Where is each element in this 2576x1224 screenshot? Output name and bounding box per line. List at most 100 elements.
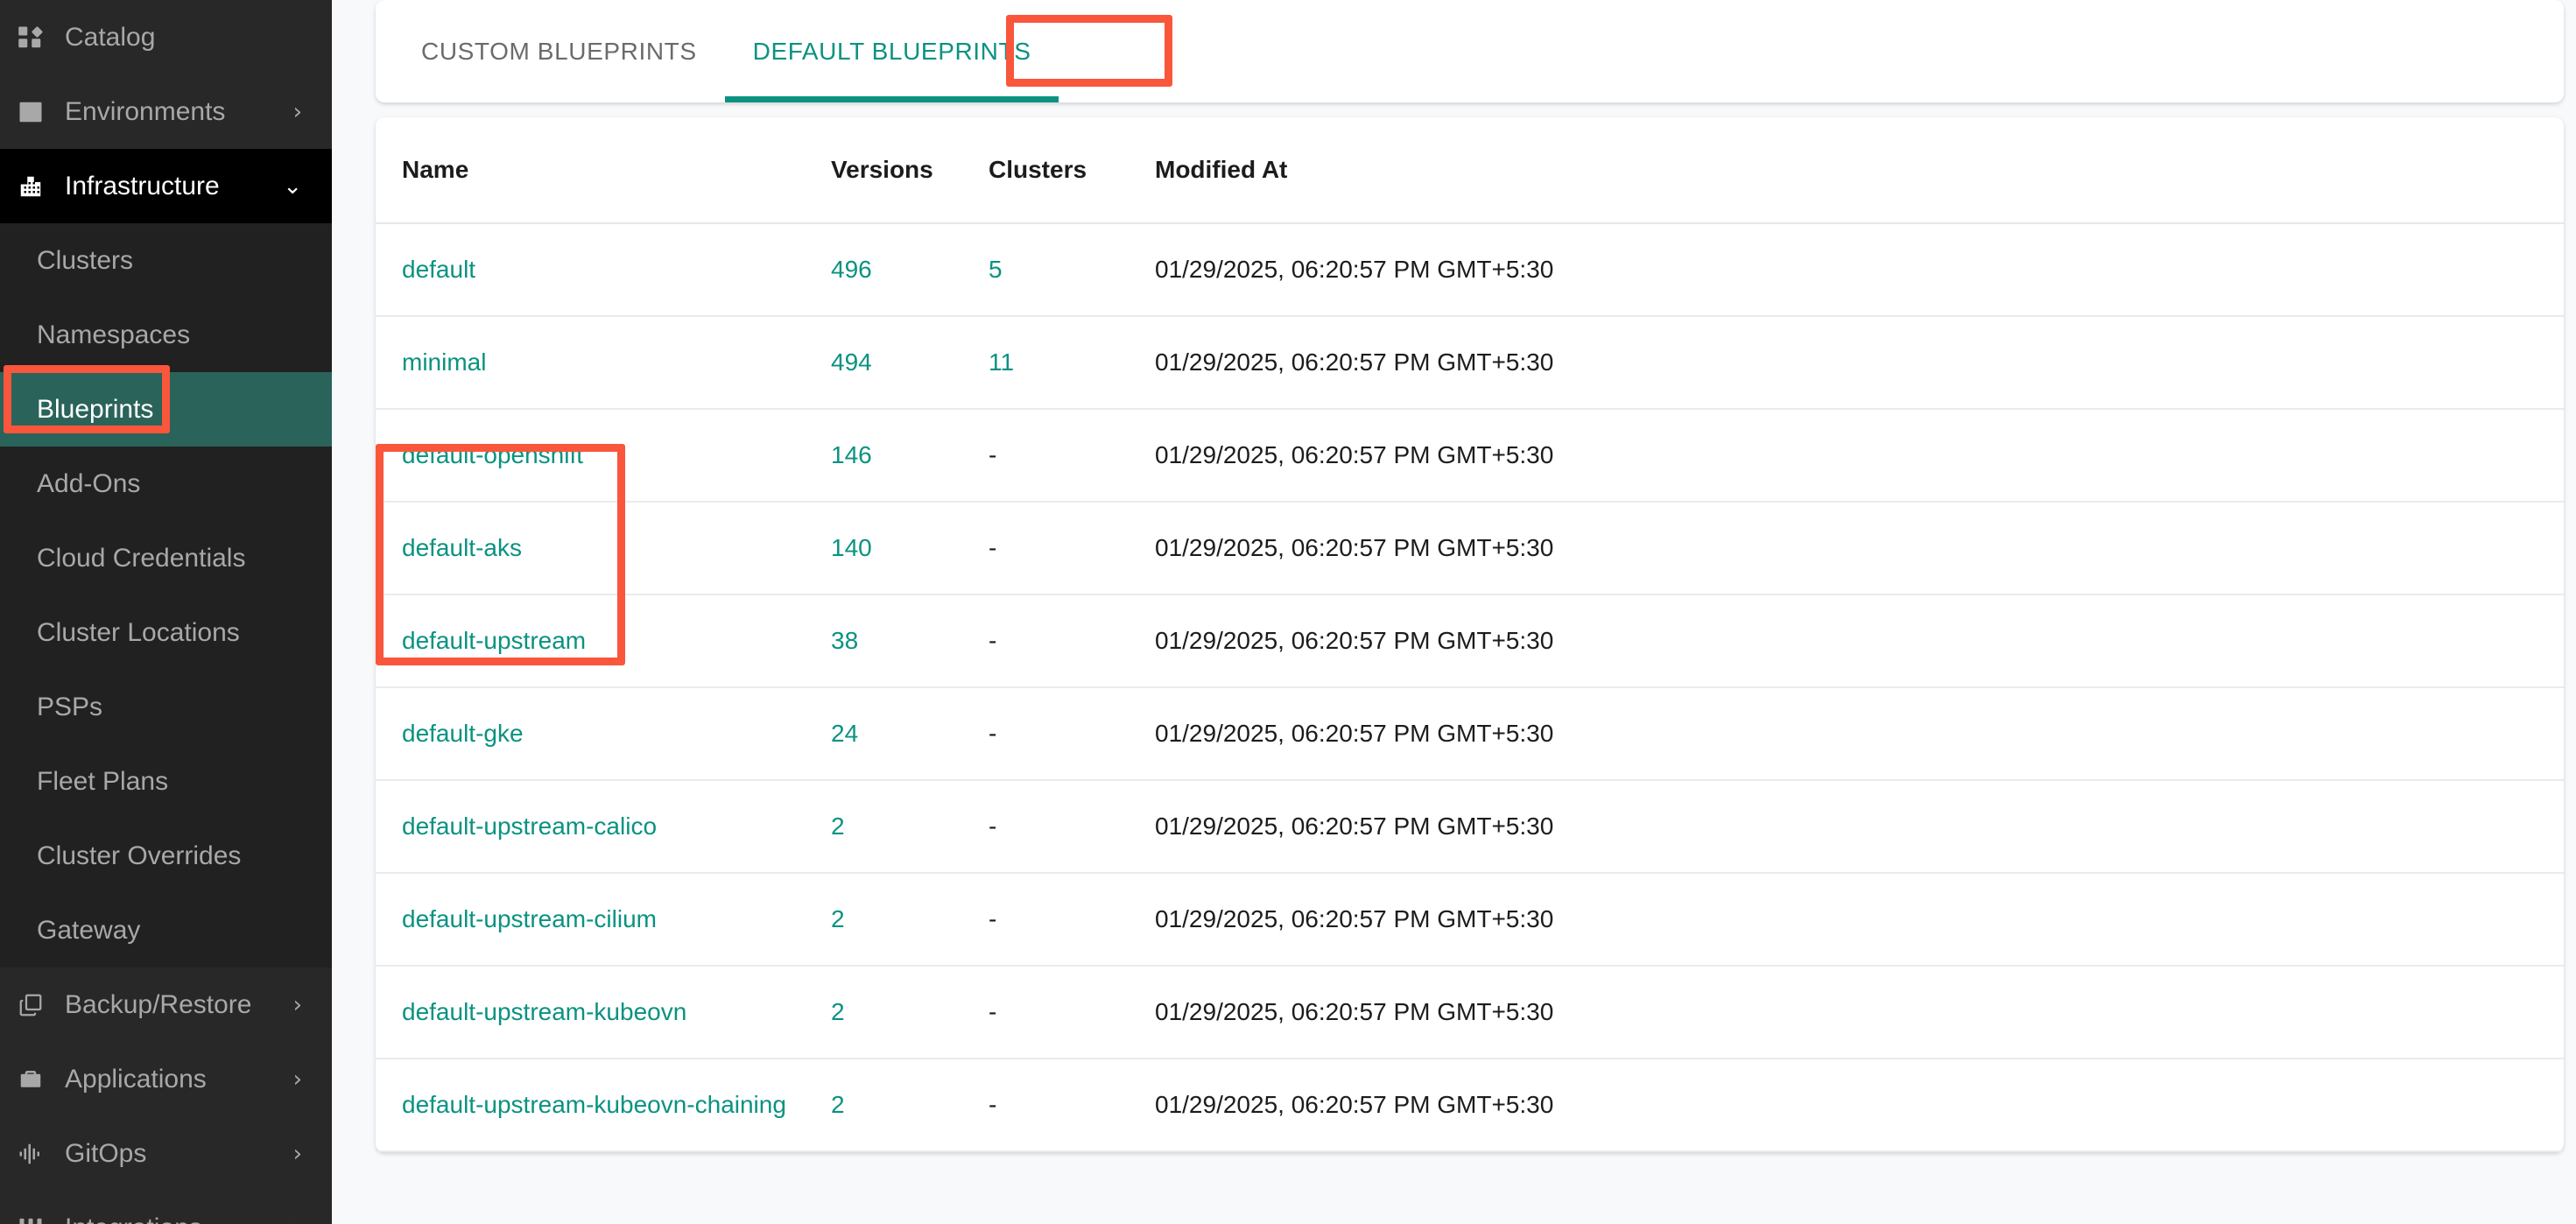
sidebar-item-cluster-locations[interactable]: Cluster Locations: [0, 595, 332, 670]
blueprint-name-link[interactable]: default-upstream-cilium: [402, 905, 657, 932]
modified-at-value: 01/29/2025, 06:20:57 PM GMT+5:30: [1155, 256, 1554, 283]
sidebar-item-label: Cluster Overrides: [37, 841, 242, 870]
table-header-row: Name Versions Clusters Modified At: [376, 117, 2564, 224]
table-row[interactable]: default-upstream-kubeovn-chaining 2 - 01…: [376, 1059, 2564, 1152]
tab-label: DEFAULT BLUEPRINTS: [752, 37, 1031, 65]
versions-link[interactable]: 2: [831, 998, 845, 1025]
blueprint-name-link[interactable]: default-upstream-kubeovn: [402, 998, 686, 1025]
clusters-value: -: [989, 720, 997, 747]
clusters-value: -: [989, 812, 997, 840]
versions-link[interactable]: 2: [831, 1091, 845, 1118]
modified-at-value: 01/29/2025, 06:20:57 PM GMT+5:30: [1155, 905, 1554, 932]
sidebar-item-gateway[interactable]: Gateway: [0, 893, 332, 967]
clusters-link[interactable]: 11: [989, 348, 1014, 376]
chevron-down-icon: ⌄: [283, 172, 302, 200]
sidebar-lower-group: Backup/Restore › Applications › GitOps ›: [0, 967, 332, 1224]
clusters-value: -: [989, 534, 997, 561]
versions-link[interactable]: 146: [831, 441, 872, 468]
versions-link[interactable]: 2: [831, 905, 845, 932]
environments-icon: [12, 99, 49, 125]
clusters-value: -: [989, 905, 997, 932]
clusters-value: -: [989, 1091, 997, 1118]
infrastructure-icon: [12, 173, 49, 200]
modified-at-value: 01/29/2025, 06:20:57 PM GMT+5:30: [1155, 627, 1554, 654]
sidebar-item-label: GitOps: [65, 1138, 147, 1168]
sidebar-item-cluster-overrides[interactable]: Cluster Overrides: [0, 819, 332, 893]
versions-link[interactable]: 24: [831, 720, 858, 747]
table-row[interactable]: default-upstream-calico 2 - 01/29/2025, …: [376, 780, 2564, 874]
column-header-clusters[interactable]: Clusters: [989, 117, 1155, 224]
modified-at-value: 01/29/2025, 06:20:57 PM GMT+5:30: [1155, 441, 1554, 468]
sidebar-item-label: Cluster Locations: [37, 617, 240, 647]
sidebar-item-label: Integrations: [65, 1213, 293, 1224]
blueprint-name-link[interactable]: default-aks: [402, 534, 522, 561]
versions-link[interactable]: 38: [831, 627, 858, 654]
sidebar-item-integrations[interactable]: Integrations ›: [0, 1191, 332, 1224]
chevron-right-icon: ›: [292, 98, 302, 125]
sidebar-submenu-infrastructure: Clusters Namespaces Blueprints Add-Ons C…: [0, 223, 332, 967]
sidebar-item-label: Cloud Credentials: [37, 543, 246, 573]
versions-link[interactable]: 494: [831, 348, 872, 376]
sidebar-item-psps[interactable]: PSPs: [0, 670, 332, 744]
sidebar-item-label: Applications: [65, 1064, 207, 1094]
chevron-right-icon: ›: [292, 1140, 302, 1167]
sidebar-item-label: Add-Ons: [37, 468, 141, 498]
column-header-versions[interactable]: Versions: [831, 117, 989, 224]
sidebar-item-label: Catalog: [65, 22, 156, 52]
sidebar-item-infrastructure[interactable]: Infrastructure ⌄: [0, 149, 332, 223]
chevron-right-icon: ›: [292, 1066, 302, 1093]
sidebar-item-namespaces[interactable]: Namespaces: [0, 298, 332, 372]
blueprints-table: Name Versions Clusters Modified At defau…: [376, 117, 2564, 1152]
sidebar-top-group: Catalog Environments ›: [0, 0, 332, 149]
table-row[interactable]: default 496 5 01/29/2025, 06:20:57 PM GM…: [376, 223, 2564, 317]
table-row[interactable]: default-upstream 38 - 01/29/2025, 06:20:…: [376, 594, 2564, 688]
sidebar-item-add-ons[interactable]: Add-Ons: [0, 447, 332, 521]
table-row[interactable]: default-gke 24 - 01/29/2025, 06:20:57 PM…: [376, 687, 2564, 781]
sidebar-item-label: Fleet Plans: [37, 766, 169, 796]
sidebar-item-fleet-plans[interactable]: Fleet Plans: [0, 744, 332, 819]
table-row[interactable]: default-upstream-cilium 2 - 01/29/2025, …: [376, 873, 2564, 967]
copy-icon: [12, 992, 49, 1018]
chevron-right-icon: ›: [293, 1217, 302, 1224]
modified-at-value: 01/29/2025, 06:20:57 PM GMT+5:30: [1155, 348, 1554, 376]
sidebar-item-catalog[interactable]: Catalog: [0, 0, 332, 74]
versions-link[interactable]: 496: [831, 256, 872, 283]
sidebar-item-gitops[interactable]: GitOps ›: [0, 1116, 332, 1191]
sidebar-item-environments[interactable]: Environments ›: [0, 74, 332, 149]
table-row[interactable]: default-openshift 146 - 01/29/2025, 06:2…: [376, 409, 2564, 503]
blueprint-name-link[interactable]: minimal: [402, 348, 486, 376]
app-root: Catalog Environments › Infrastructure ⌄ …: [0, 0, 2576, 1224]
table-body: default 496 5 01/29/2025, 06:20:57 PM GM…: [376, 223, 2564, 1152]
waveform-icon: [12, 1141, 49, 1167]
column-header-name[interactable]: Name: [376, 117, 831, 224]
column-header-modified-at[interactable]: Modified At: [1155, 117, 2564, 224]
blueprint-name-link[interactable]: default-upstream-kubeovn-chaining: [402, 1091, 786, 1118]
sidebar-item-clusters[interactable]: Clusters: [0, 223, 332, 298]
versions-link[interactable]: 140: [831, 534, 872, 561]
blueprint-name-link[interactable]: default-gke: [402, 720, 524, 747]
sidebar-item-label: Namespaces: [37, 320, 191, 349]
clusters-value: -: [989, 627, 997, 654]
sidebar-item-label: Backup/Restore: [65, 989, 252, 1019]
tab-default-blueprints[interactable]: DEFAULT BLUEPRINTS: [724, 0, 1059, 102]
blueprint-name-link[interactable]: default-openshift: [402, 441, 583, 468]
modified-at-value: 01/29/2025, 06:20:57 PM GMT+5:30: [1155, 812, 1554, 840]
blueprint-name-link[interactable]: default-upstream-calico: [402, 812, 657, 840]
sidebar-item-backup-restore[interactable]: Backup/Restore ›: [0, 967, 332, 1042]
table-row[interactable]: default-aks 140 - 01/29/2025, 06:20:57 P…: [376, 502, 2564, 595]
table-row[interactable]: default-upstream-kubeovn 2 - 01/29/2025,…: [376, 966, 2564, 1059]
briefcase-icon: [12, 1066, 49, 1093]
blueprint-name-link[interactable]: default-upstream: [402, 627, 586, 654]
table-head: Name Versions Clusters Modified At: [376, 117, 2564, 224]
modified-at-value: 01/29/2025, 06:20:57 PM GMT+5:30: [1155, 534, 1554, 561]
table-row[interactable]: minimal 494 11 01/29/2025, 06:20:57 PM G…: [376, 316, 2564, 410]
sidebar-item-applications[interactable]: Applications ›: [0, 1042, 332, 1116]
versions-link[interactable]: 2: [831, 812, 845, 840]
sidebar-item-blueprints[interactable]: Blueprints: [0, 372, 332, 447]
sidebar-item-cloud-credentials[interactable]: Cloud Credentials: [0, 521, 332, 595]
blueprint-name-link[interactable]: default: [402, 256, 475, 283]
sliders-icon: [12, 1215, 49, 1224]
tab-custom-blueprints[interactable]: CUSTOM BLUEPRINTS: [393, 0, 725, 102]
tab-label: CUSTOM BLUEPRINTS: [421, 37, 697, 65]
clusters-link[interactable]: 5: [989, 256, 1003, 283]
